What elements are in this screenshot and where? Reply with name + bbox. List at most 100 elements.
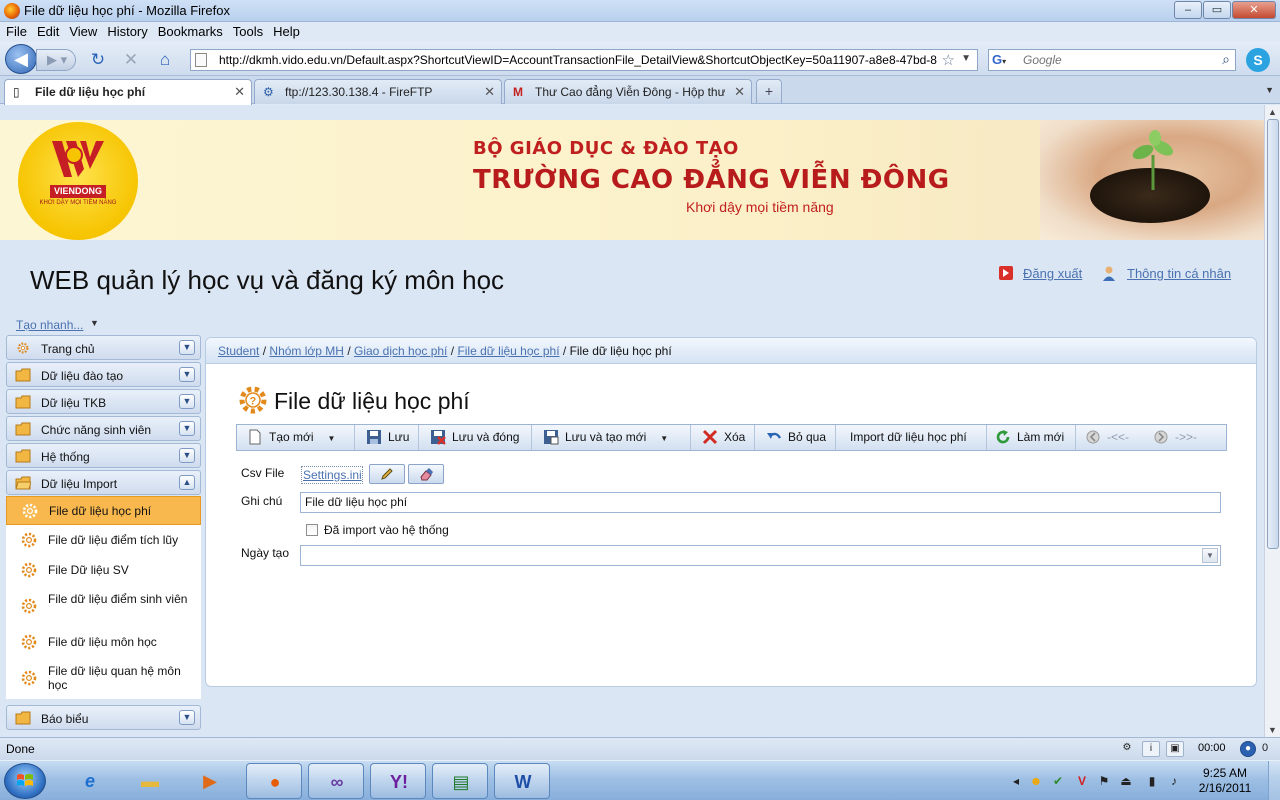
sidebar-item-quan-he-mon-hoc[interactable]: File dữ liệu quan hệ môn học [6,657,201,699]
checkmark-icon[interactable]: ✔ [1050,773,1066,789]
tab-gmail[interactable]: M Thư Cao đẳng Viễn Đông - Hộp thư... ✕ [504,79,752,104]
chevron-down-icon[interactable]: ▼ [179,394,195,409]
scrollbar-thumb[interactable] [1267,119,1279,549]
tab-list-icon[interactable]: ▼ [1265,85,1274,95]
smiley-icon[interactable]: ☻ [1028,773,1044,789]
device-icon[interactable]: ⏏ [1118,773,1134,789]
tab-hoc-phi[interactable]: ▯ File dữ liệu học phí ✕ [4,79,252,105]
new-tab-button[interactable]: + [756,79,782,103]
bookmark-star-icon[interactable]: ☆ [942,51,955,69]
antivirus-icon[interactable]: V [1074,773,1090,789]
sidebar-group-import[interactable]: Dữ liệu Import ▲ [6,470,201,495]
monitor-icon[interactable]: ▣ [1166,741,1184,757]
minimize-button[interactable]: – [1174,1,1202,19]
task-manager-task[interactable]: ▤ [432,763,488,799]
quick-create-link[interactable]: Tạo nhanh... [16,318,83,332]
edit-file-button[interactable] [369,464,405,484]
page-scrollbar[interactable]: ▲ ▼ [1264,105,1280,737]
search-icon[interactable]: ⌕ [1222,51,1230,68]
import-button[interactable]: Import dữ liệu học phí [837,425,987,450]
cancel-button[interactable]: Bỏ qua [756,425,836,450]
chevron-down-icon[interactable]: ▼ [1202,548,1218,563]
back-button[interactable]: ◀ [5,44,37,74]
flag-icon[interactable]: ⚑ [1096,773,1112,789]
close-button[interactable]: ✕ [1232,1,1276,19]
menu-bookmarks[interactable]: Bookmarks [158,22,223,42]
network-icon[interactable]: ▮ [1144,773,1160,789]
show-desktop-button[interactable] [1268,761,1280,800]
breadcrumb-link[interactable]: Student [218,344,259,358]
breadcrumb-link[interactable]: Nhóm lớp MH [269,344,344,358]
chevron-down-icon[interactable]: ▼ [179,710,195,725]
new-button[interactable]: Tạo mới ▼ [237,425,355,450]
chevron-down-icon[interactable]: ▼ [90,318,99,328]
skype-icon[interactable]: S [1246,48,1270,72]
sidebar-item-du-lieu-sv[interactable]: File Dữ liệu SV [6,555,201,585]
note-input[interactable]: File dữ liệu học phí [300,492,1221,513]
google-icon[interactable]: G▾ [992,52,1010,68]
profile-link[interactable]: Thông tin cá nhân [1127,266,1231,281]
chevron-down-icon[interactable]: ▼ [328,434,336,443]
system-clock[interactable]: 9:25 AM 2/16/2011 [1190,766,1260,796]
chevron-down-icon[interactable]: ▼ [660,434,668,443]
scroll-up-icon[interactable]: ▲ [1268,107,1277,117]
csv-file-link[interactable]: Settings.ini [301,466,363,484]
home-icon[interactable]: ⌂ [155,50,175,70]
sidebar-group-training-data[interactable]: Dữ liệu đào tạo ▼ [6,362,201,387]
tab-close-icon[interactable]: ✕ [484,84,495,100]
chevron-down-icon[interactable]: ▼ [179,367,195,382]
menu-edit[interactable]: Edit [37,22,59,42]
media-player-task[interactable]: ▶ [182,763,238,799]
menu-help[interactable]: Help [273,22,300,42]
delete-button[interactable]: Xóa [692,425,755,450]
download-icon[interactable]: ● [1240,741,1256,757]
addon-icon[interactable]: ⚙ [1118,741,1136,757]
menu-view[interactable]: View [69,22,97,42]
menu-tools[interactable]: Tools [233,22,263,42]
refresh-button[interactable]: Làm mới [988,425,1076,450]
address-bar[interactable]: http://dkmh.vido.edu.vn/Default.aspx?Sho… [190,49,978,71]
chevron-down-icon[interactable]: ▼ [179,421,195,436]
breadcrumb-link[interactable]: Giao dịch học phí [354,344,447,358]
sidebar-item-mon-hoc[interactable]: File dữ liệu môn học [6,627,201,657]
sidebar-group-home[interactable]: Trang chủ ▼ [6,335,201,360]
volume-icon[interactable]: ♪ [1166,773,1182,789]
forward-button[interactable]: ▶ ▾ [36,49,76,71]
next-button[interactable]: ->>- [1145,425,1225,450]
start-button[interactable] [4,763,46,799]
sidebar-group-schedule[interactable]: Dữ liệu TKB ▼ [6,389,201,414]
info-icon[interactable]: i [1142,741,1160,757]
previous-button[interactable]: -<<- [1077,425,1145,450]
tab-close-icon[interactable]: ✕ [234,84,245,100]
menu-history[interactable]: History [107,22,147,42]
explorer-task[interactable]: ▬ [122,763,178,799]
chevron-down-icon[interactable]: ▼ [961,53,971,64]
search-bar[interactable]: G▾ ⌕ [988,49,1236,71]
save-close-button[interactable]: Lưu và đóng [420,425,532,450]
logout-link[interactable]: Đăng xuất [1023,266,1082,281]
sidebar-group-reports[interactable]: Báo biểu ▼ [6,705,201,730]
maximize-button[interactable]: ▭ [1203,1,1231,19]
chevron-up-icon[interactable]: ▲ [179,475,195,490]
address-url[interactable]: http://dkmh.vido.edu.vn/Default.aspx?Sho… [219,53,937,67]
sidebar-item-diem-sinh-vien[interactable]: File dữ liệu điểm sinh viên [6,585,201,627]
scroll-down-icon[interactable]: ▼ [1268,725,1277,735]
sidebar-item-diem-tich-luy[interactable]: File dữ liệu điểm tích lũy [6,525,201,555]
tray-expand-icon[interactable]: ◂ [1008,773,1024,789]
stop-icon[interactable]: ✕ [121,50,141,70]
menu-file[interactable]: File [6,22,27,42]
tab-close-icon[interactable]: ✕ [734,84,745,100]
chevron-down-icon[interactable]: ▼ [179,448,195,463]
save-button[interactable]: Lưu [356,425,419,450]
clear-file-button[interactable] [408,464,444,484]
tab-fireftp[interactable]: ⚙ ftp://123.30.138.4 - FireFTP ✕ [254,79,502,104]
breadcrumb-link[interactable]: File dữ liệu học phí [457,344,559,358]
imported-checkbox[interactable] [306,524,318,536]
visual-studio-task[interactable]: ∞ [308,763,364,799]
date-input[interactable]: ▼ [300,545,1221,566]
reload-icon[interactable]: ↻ [88,50,108,70]
chevron-down-icon[interactable]: ▼ [179,340,195,355]
save-new-button[interactable]: Lưu và tạo mới ▼ [533,425,691,450]
yahoo-messenger-task[interactable]: Y! [370,763,426,799]
sidebar-group-system[interactable]: Hệ thống ▼ [6,443,201,468]
